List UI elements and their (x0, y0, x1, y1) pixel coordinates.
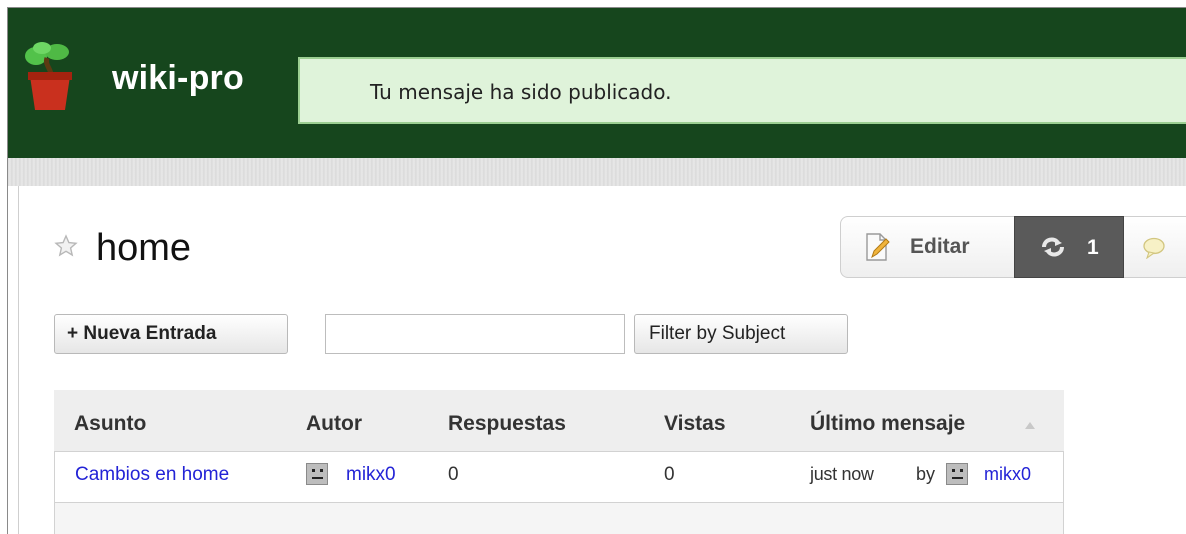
last-message-by: by (916, 464, 936, 484)
edit-button-label: Editar (910, 235, 970, 258)
author-avatar-icon (306, 463, 328, 485)
edit-button[interactable]: Editar (840, 216, 1014, 278)
column-header-subject[interactable]: Asunto (74, 412, 146, 436)
page-title: home (96, 227, 192, 269)
table-row-empty (55, 503, 1063, 534)
thread-views: 0 (664, 464, 675, 485)
thread-replies: 0 (448, 464, 459, 485)
thread-author-link[interactable]: mikx0 (346, 464, 396, 486)
bonsai-logo-icon (25, 42, 72, 110)
versions-icon (1042, 237, 1064, 257)
thread-subject-link[interactable]: Cambios en home (75, 464, 229, 486)
column-header-last-message[interactable]: Último mensaje (810, 412, 965, 436)
site-title[interactable]: wiki-pro (112, 58, 300, 98)
header-stripe (8, 158, 1186, 186)
versions-count: 1 (1087, 236, 1099, 259)
last-message-author-link[interactable]: mikx0 (984, 464, 1031, 485)
notice-banner: Tu mensaje ha sido publicado. (298, 57, 1186, 124)
filter-input[interactable] (325, 314, 625, 354)
versions-button[interactable]: 1 (1014, 216, 1124, 278)
new-entry-button[interactable]: + Nueva Entrada (54, 314, 288, 354)
filter-by-subject-button[interactable]: Filter by Subject (634, 314, 848, 354)
column-header-replies[interactable]: Respuestas (448, 412, 566, 436)
edit-page-icon (866, 233, 890, 261)
last-author-avatar-icon (946, 463, 968, 485)
star-icon[interactable] (54, 234, 78, 258)
last-message-time: just now (810, 464, 874, 484)
notice-message: Tu mensaje ha sido publicado. (370, 80, 672, 104)
comments-button[interactable] (1124, 216, 1186, 278)
comment-bubble-icon (1143, 237, 1165, 259)
column-header-views[interactable]: Vistas (664, 412, 726, 436)
column-header-author[interactable]: Autor (306, 412, 362, 436)
sort-ascending-icon[interactable] (1024, 420, 1036, 430)
